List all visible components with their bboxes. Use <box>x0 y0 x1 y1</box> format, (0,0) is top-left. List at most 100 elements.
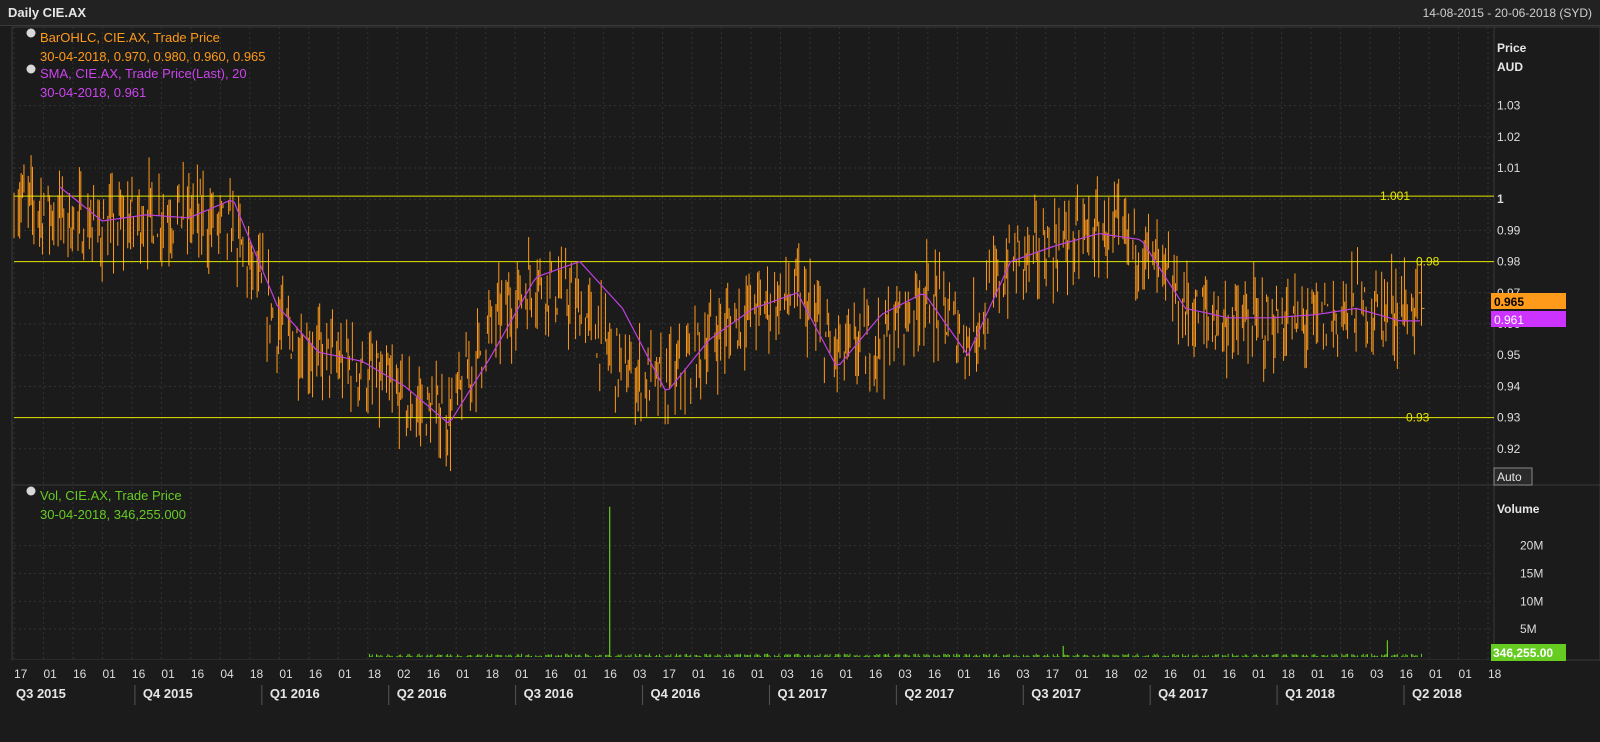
quarter-label: Q4 2017 <box>1158 686 1208 701</box>
x-tick-label: 16 <box>869 667 883 681</box>
chart-window: Daily CIE.AX 14-08-2015 - 20-06-2018 (SY… <box>0 0 1600 742</box>
price-axis-title: Price <box>1497 41 1527 55</box>
quarter-label: Q3 2017 <box>1031 686 1081 701</box>
last-sma-text: 0.961 <box>1494 313 1524 327</box>
x-tick-label: 03 <box>633 667 647 681</box>
x-tick-label: 17 <box>663 667 677 681</box>
horizontal-line-label: 1.001 <box>1380 189 1410 203</box>
x-tick-label: 01 <box>692 667 706 681</box>
x-tick-label: 01 <box>574 667 588 681</box>
price-panel <box>11 26 1495 486</box>
x-tick-label: 16 <box>73 667 87 681</box>
x-tick-label: 18 <box>1105 667 1119 681</box>
price-tick-label: 0.99 <box>1497 223 1521 237</box>
quarter-label: Q1 2018 <box>1285 686 1335 701</box>
x-tick-label: 03 <box>1370 667 1384 681</box>
x-tick-label: 01 <box>279 667 293 681</box>
price-tick-label: 1 <box>1497 192 1504 206</box>
price-tick-label: 1.01 <box>1497 161 1521 175</box>
quarter-label: Q2 2018 <box>1412 686 1462 701</box>
volume-tick-label: 10M <box>1520 594 1543 608</box>
price-tick-label: 1.03 <box>1497 99 1521 113</box>
sma-series-label: SMA, CIE.AX, Trade Price(Last), 20 <box>40 66 247 81</box>
x-tick-label: 16 <box>722 667 736 681</box>
x-tick-label: 16 <box>810 667 824 681</box>
auto-scale-label: Auto <box>1497 470 1522 484</box>
x-tick-label: 01 <box>161 667 175 681</box>
x-tick-label: 02 <box>1134 667 1148 681</box>
x-tick-label: 02 <box>397 667 411 681</box>
x-tick-label: 01 <box>338 667 352 681</box>
x-tick-label: 16 <box>132 667 146 681</box>
volume-series-values: 30-04-2018, 346,255.000 <box>40 507 186 522</box>
x-tick-label: 17 <box>14 667 28 681</box>
x-tick-label: 18 <box>486 667 500 681</box>
x-tick-label: 16 <box>604 667 618 681</box>
chart-svg: 1.0010.980.93 1.031.021.0110.990.980.970… <box>11 26 1600 742</box>
price-tick-label: 0.92 <box>1497 442 1521 456</box>
x-tick-label: 04 <box>220 667 234 681</box>
quarter-label: Q4 2016 <box>651 686 701 701</box>
quarter-label: Q2 2017 <box>904 686 954 701</box>
x-tick-label: 01 <box>839 667 853 681</box>
x-tick-label: 03 <box>898 667 912 681</box>
x-tick-label: 01 <box>1311 667 1325 681</box>
legend-toggle-icon[interactable] <box>26 486 36 496</box>
x-tick-label: 01 <box>456 667 470 681</box>
x-tick-label: 16 <box>1341 667 1355 681</box>
price-tick-label: 0.95 <box>1497 348 1521 362</box>
price-axis-unit: AUD <box>1497 60 1523 74</box>
quarter-label: Q3 2016 <box>524 686 574 701</box>
volume-tick-label: 5M <box>1520 622 1537 636</box>
quarter-label: Q3 2015 <box>16 686 66 701</box>
x-tick-label: 01 <box>43 667 57 681</box>
volume-series-label: Vol, CIE.AX, Trade Price <box>40 488 182 503</box>
quarter-label: Q4 2015 <box>143 686 193 701</box>
price-tick-label: 0.98 <box>1497 255 1521 269</box>
last-volume-badge: 346,255.00 <box>1491 644 1566 661</box>
x-tick-label: 01 <box>1075 667 1089 681</box>
volume-panel <box>11 484 1495 661</box>
x-tick-label: 01 <box>957 667 971 681</box>
x-tick-label: 01 <box>1459 667 1473 681</box>
price-tick-label: 1.02 <box>1497 130 1521 144</box>
x-tick-label: 01 <box>1193 667 1207 681</box>
x-tick-label: 01 <box>102 667 116 681</box>
legend-toggle-icon[interactable] <box>26 64 36 74</box>
volume-tick-label: 15M <box>1520 567 1543 581</box>
horizontal-line-label: 0.98 <box>1416 255 1440 269</box>
x-tick-label: 16 <box>928 667 942 681</box>
x-tick-label: 16 <box>191 667 205 681</box>
x-tick-label: 03 <box>1016 667 1030 681</box>
price-series-values: 30-04-2018, 0.970, 0.980, 0.960, 0.965 <box>40 49 266 64</box>
quarter-label: Q1 2016 <box>270 686 320 701</box>
last-volume-text: 346,255.00 <box>1493 646 1553 660</box>
volume-axis-title: Volume <box>1497 502 1540 516</box>
x-tick-label: 16 <box>1164 667 1178 681</box>
x-tick-label: 16 <box>309 667 323 681</box>
x-tick-label: 17 <box>1046 667 1060 681</box>
quarter-label: Q1 2017 <box>777 686 827 701</box>
sma-series-values: 30-04-2018, 0.961 <box>40 85 146 100</box>
x-tick-label: 01 <box>515 667 529 681</box>
x-tick-label: 18 <box>250 667 264 681</box>
x-tick-label: 01 <box>751 667 765 681</box>
x-tick-label: 01 <box>1429 667 1443 681</box>
legend-toggle-icon[interactable] <box>26 28 36 38</box>
last-price-text: 0.965 <box>1494 295 1524 309</box>
price-tick-label: 0.93 <box>1497 411 1521 425</box>
auto-scale-button[interactable]: Auto <box>1493 467 1533 486</box>
x-tick-label: 16 <box>545 667 559 681</box>
x-tick-label: 03 <box>780 667 794 681</box>
price-series-label: BarOHLC, CIE.AX, Trade Price <box>40 30 220 45</box>
price-tick-label: 0.94 <box>1497 379 1521 393</box>
x-tick-label: 16 <box>1223 667 1237 681</box>
x-tick-label: 16 <box>987 667 1001 681</box>
x-tick-label: 18 <box>1488 667 1502 681</box>
x-tick-label: 16 <box>1400 667 1414 681</box>
quarter-label: Q2 2016 <box>397 686 447 701</box>
x-tick-label: 01 <box>1252 667 1266 681</box>
x-tick-label: 18 <box>1282 667 1296 681</box>
horizontal-line-label: 0.93 <box>1406 411 1430 425</box>
x-tick-label: 18 <box>368 667 382 681</box>
